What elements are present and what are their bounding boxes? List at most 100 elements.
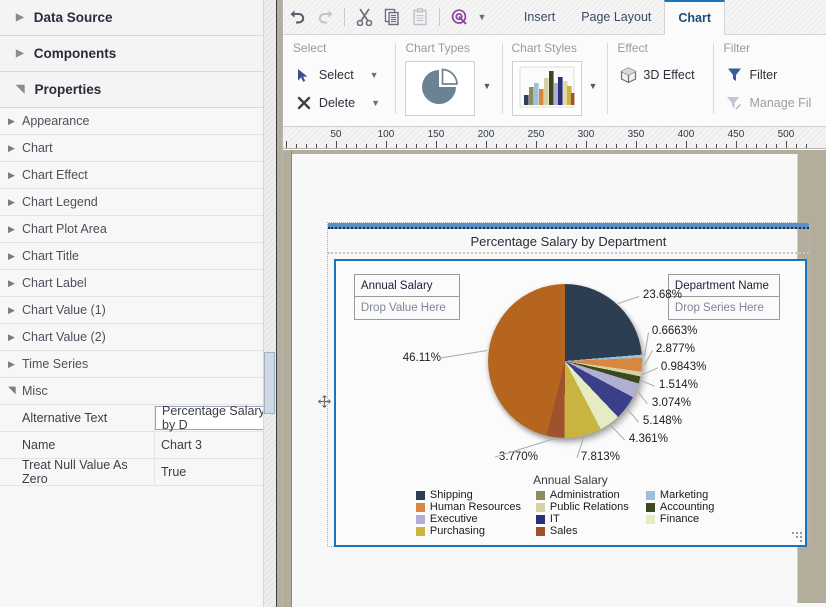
legend-swatch-icon xyxy=(535,490,545,500)
select-button-label: Select xyxy=(318,68,354,82)
legend-label: Purchasing xyxy=(429,524,485,537)
sidebar-scrollbar[interactable] xyxy=(262,0,276,607)
legend-item[interactable]: Executive xyxy=(415,513,536,525)
resize-handle[interactable] xyxy=(791,532,802,542)
legend-item[interactable]: Public Relations xyxy=(535,501,646,513)
value-dropzone[interactable]: Annual Salary Drop Value Here xyxy=(353,274,460,320)
delete-button-label: Delete xyxy=(318,96,356,110)
ruler-tick xyxy=(445,144,447,148)
property-group-chart[interactable]: ▶ Chart xyxy=(0,135,282,162)
chevron-down-icon[interactable]: ▼ xyxy=(371,98,380,108)
ruler-tick xyxy=(535,141,537,148)
series-field-chip[interactable]: Department Name xyxy=(668,275,779,297)
chevron-right-icon: ▶ xyxy=(16,11,24,23)
page-below-area xyxy=(291,603,826,607)
property-group-chart-plot-area[interactable]: ▶ Chart Plot Area xyxy=(0,216,282,243)
legend-label: Marketing xyxy=(659,488,709,501)
legend-item[interactable]: Sales xyxy=(535,525,646,537)
design-canvas[interactable]: Percentage Salary by Department Annual S… xyxy=(282,150,826,607)
property-group-time-series[interactable]: ▶ Time Series xyxy=(0,351,282,378)
series-dropzone[interactable]: Department Name Drop Series Here xyxy=(667,274,780,320)
chart-style-gallery-button[interactable] xyxy=(511,61,582,116)
chevron-down-icon[interactable]: ▼ xyxy=(370,70,379,80)
sidebar-section-data-source[interactable]: ▶ Data Source xyxy=(0,0,282,36)
ribbon-group-title: Chart Types xyxy=(405,41,470,55)
legend-swatch-icon xyxy=(535,526,545,536)
ruler-label: 100 xyxy=(377,129,395,140)
pie-chart-plot[interactable] xyxy=(487,284,648,444)
target-refresh-icon[interactable] xyxy=(447,4,473,30)
chart-object[interactable]: Annual Salary Drop Value Here Department… xyxy=(333,259,807,547)
ruler-tick xyxy=(305,144,307,148)
chevron-right-icon: ▶ xyxy=(8,250,15,261)
legend-item[interactable]: Shipping xyxy=(415,489,536,501)
value-field-chip[interactable]: Annual Salary xyxy=(354,275,459,297)
property-group-appearance[interactable]: ▶ Appearance xyxy=(0,108,282,135)
ruler-tick xyxy=(545,144,547,148)
property-group-label: Time Series xyxy=(22,357,89,371)
move-handle-icon[interactable] xyxy=(318,395,331,408)
legend-item[interactable]: Accounting xyxy=(645,501,746,513)
tab-chart[interactable]: Chart xyxy=(664,0,726,35)
chevron-down-icon[interactable]: ▼ xyxy=(475,12,489,22)
ruler-tick xyxy=(675,144,677,148)
legend-item[interactable]: Administration xyxy=(535,489,646,501)
scrollbar-track[interactable] xyxy=(262,0,276,607)
delete-button[interactable]: Delete ▼ xyxy=(293,89,386,117)
property-group-chart-value-2[interactable]: ▶ Chart Value (2) xyxy=(0,324,282,351)
ruler-tick xyxy=(565,144,567,148)
legend-item[interactable]: Finance xyxy=(645,512,746,525)
ruler-tick xyxy=(765,144,767,148)
sidebar-section-properties[interactable]: ◥ Properties xyxy=(0,72,282,108)
ruler-tick xyxy=(755,144,757,148)
undo-icon[interactable] xyxy=(285,4,311,30)
tab-page-layout[interactable]: Page Layout xyxy=(568,0,664,34)
ribbon-group-title: Filter xyxy=(723,41,751,55)
ruler-tick xyxy=(575,144,577,148)
pie-chart-icon xyxy=(417,67,463,110)
ruler-tick xyxy=(295,144,297,148)
legend-item[interactable]: Marketing xyxy=(645,488,746,501)
legend-item[interactable]: Purchasing xyxy=(415,524,536,537)
property-group-chart-effect[interactable]: ▶ Chart Effect xyxy=(0,162,282,189)
3d-effect-button[interactable]: 3D Effect xyxy=(617,61,703,89)
ribbon-group-chart-types: Chart Types ▼ xyxy=(395,35,501,126)
legend-swatch-icon xyxy=(535,514,545,524)
filter-button[interactable]: Filter xyxy=(723,61,816,89)
quick-access-toolbar: ▼ Insert Page Layout Chart xyxy=(282,0,826,35)
legend-item[interactable]: IT xyxy=(535,513,646,525)
property-group-chart-title[interactable]: ▶ Chart Title xyxy=(0,243,282,270)
sidebar-section-components[interactable]: ▶ Components xyxy=(0,36,282,72)
legend-label: Finance xyxy=(659,512,700,525)
property-group-label: Chart Effect xyxy=(22,168,88,182)
select-button[interactable]: Select ▼ xyxy=(293,61,386,89)
ruler-tick xyxy=(645,144,647,148)
sidebar-splitter[interactable] xyxy=(275,0,282,607)
value-dropzone-placeholder[interactable]: Drop Value Here xyxy=(355,297,459,319)
chart-axis-label: Annual Salary xyxy=(533,473,608,487)
property-group-chart-label[interactable]: ▶ Chart Label xyxy=(0,270,282,297)
property-group-chart-legend[interactable]: ▶ Chart Legend xyxy=(0,189,282,216)
legend-swatch-icon xyxy=(645,514,655,524)
tab-label: Chart xyxy=(678,11,712,25)
series-dropzone-placeholder[interactable]: Drop Series Here xyxy=(669,297,779,319)
chart-title[interactable]: Percentage Salary by Department xyxy=(328,228,809,254)
chevron-down-icon[interactable]: ▼ xyxy=(589,81,598,91)
ruler-tick xyxy=(585,141,587,148)
chart-type-gallery-button[interactable] xyxy=(405,61,476,116)
cut-icon[interactable] xyxy=(352,4,378,30)
property-group-misc[interactable]: ◥ Misc xyxy=(0,378,282,405)
property-row-treat-null-value-as-zero: Treat Null Value As Zero True xyxy=(0,458,282,486)
sidebar-section-label: Data Source xyxy=(33,10,113,25)
legend-item[interactable]: Human Resources xyxy=(415,501,536,513)
property-group-chart-value-1[interactable]: ▶ Chart Value (1) xyxy=(0,297,282,324)
tab-insert[interactable]: Insert xyxy=(511,0,568,34)
legend-swatch-icon xyxy=(645,502,655,512)
scrollbar-thumb[interactable] xyxy=(263,352,275,414)
chevron-down-icon[interactable]: ▼ xyxy=(482,81,491,91)
ruler-label: 450 xyxy=(727,129,745,140)
report-page[interactable]: Percentage Salary by Department Annual S… xyxy=(291,154,810,603)
pie-slices[interactable] xyxy=(487,284,642,438)
copy-icon[interactable] xyxy=(380,4,406,30)
chart-legend[interactable]: Shipping Administration Marketing Human Res… xyxy=(415,488,746,537)
